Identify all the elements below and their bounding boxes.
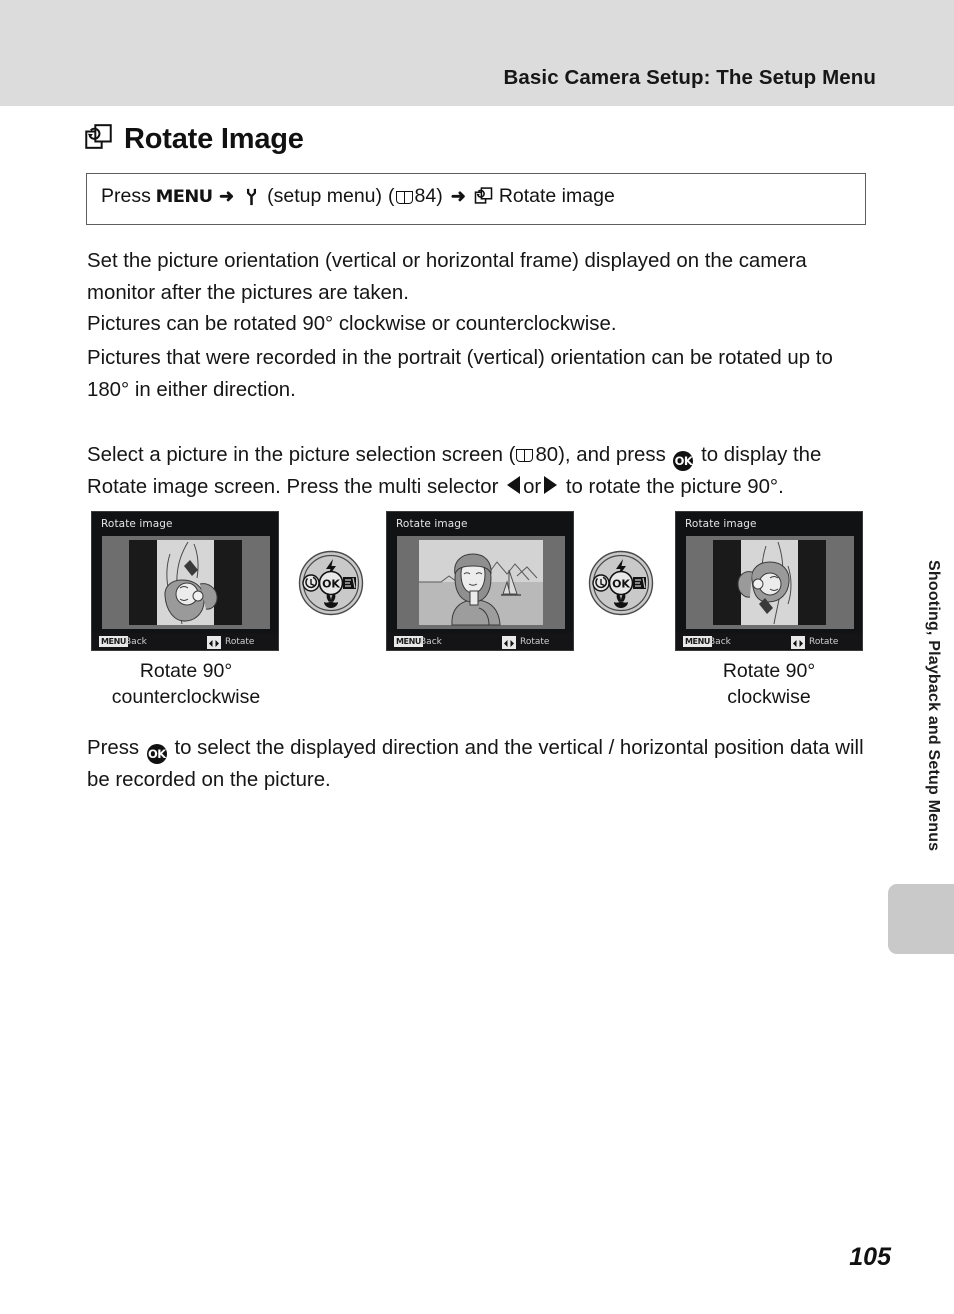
multi-selector-dial-left: OK bbox=[298, 550, 364, 621]
section-heading-text: Rotate Image bbox=[124, 122, 304, 155]
svg-text:OK: OK bbox=[322, 578, 340, 591]
screen-center-back-label: Back bbox=[420, 637, 442, 647]
svg-text:OK: OK bbox=[612, 578, 630, 591]
left-arrow-icon bbox=[507, 475, 521, 494]
screen-left-back-label: Back bbox=[125, 637, 147, 647]
paragraph-rotation-range: Pictures can be rotated 90° clockwise or… bbox=[87, 313, 617, 335]
arrow-right-icon-2: ➜ bbox=[450, 186, 466, 206]
screen-right-back-label: Back bbox=[709, 637, 731, 647]
caption-right-line1: Rotate 90° bbox=[722, 660, 816, 682]
caption-left-line2: counterclockwise bbox=[111, 686, 261, 708]
ok-button-icon-1: OK bbox=[673, 451, 694, 471]
camera-screen-center: Rotate image MENU Back Rotate bbox=[386, 511, 574, 651]
screen-right-rotate-label: Rotate bbox=[809, 637, 839, 647]
ok-button-icon-2: OK bbox=[146, 744, 167, 764]
screen-center-image-area bbox=[397, 536, 565, 629]
caption-right-line2: clockwise bbox=[727, 686, 811, 708]
screen-center-leftright-chip bbox=[502, 636, 516, 649]
paragraph-orientation: Set the picture orientation (vertical or… bbox=[87, 250, 807, 304]
screen-left-footer: MENU Back Rotate bbox=[92, 633, 278, 650]
page-number: 105 bbox=[849, 1243, 891, 1271]
ref-paren-close: ) bbox=[436, 185, 443, 207]
book-icon bbox=[395, 190, 413, 204]
para5-text-b: to select the displayed direction and th… bbox=[87, 737, 864, 791]
screen-right-footer: MENU Back Rotate bbox=[676, 633, 862, 650]
wrench-icon bbox=[245, 188, 258, 206]
screen-left-leftright-chip bbox=[207, 636, 221, 649]
screen-left-title: Rotate image bbox=[101, 518, 173, 530]
caption-left-line1: Rotate 90° bbox=[139, 660, 233, 682]
screen-right-leftright-chip bbox=[791, 636, 805, 649]
paragraph-selection-instructions: Select a picture in the picture selectio… bbox=[87, 440, 877, 503]
rotate-image-icon bbox=[84, 122, 113, 156]
exposure-compensation-icon bbox=[633, 577, 646, 589]
screen-center-title: Rotate image bbox=[396, 518, 468, 530]
rotate-image-icon-small bbox=[474, 185, 493, 208]
para4-text-b: ), and press bbox=[558, 444, 666, 466]
book-icon-2 bbox=[516, 448, 534, 462]
screen-right-image-area bbox=[686, 536, 854, 629]
page-header-title: Basic Camera Setup: The Setup Menu bbox=[503, 66, 876, 89]
right-arrow-icon bbox=[544, 475, 558, 494]
self-timer-icon bbox=[302, 574, 320, 592]
ok-button-icon: OK bbox=[318, 570, 344, 596]
side-tab-label: Shooting, Playback and Setup Menus bbox=[925, 560, 942, 852]
arrow-right-icon-1: ➜ bbox=[219, 186, 235, 206]
photo-landscape bbox=[397, 536, 565, 629]
screen-center-rotate-label: Rotate bbox=[520, 637, 550, 647]
rotate-image-menu-item-label: Rotate image bbox=[498, 185, 615, 207]
menu-button-glyph: MENU bbox=[155, 186, 214, 207]
photo-portrait-ccw bbox=[102, 536, 270, 629]
press-label: Press bbox=[101, 185, 151, 207]
ok-button-icon: OK bbox=[608, 570, 634, 596]
setup-menu-label: (setup menu) bbox=[267, 185, 383, 207]
screen-left-rotate-label: Rotate bbox=[225, 637, 255, 647]
paragraph-confirm-instructions: Press OK to select the displayed directi… bbox=[87, 733, 877, 796]
photo-portrait-cw bbox=[686, 536, 854, 629]
section-heading: Rotate Image bbox=[84, 122, 304, 156]
para4-text-d: to rotate the picture 90°. bbox=[565, 475, 784, 498]
para5-text-a: Press bbox=[87, 737, 140, 759]
screen-left-image-area bbox=[102, 536, 270, 629]
paragraph-portrait-note: Pictures that were recorded in the portr… bbox=[87, 347, 833, 401]
camera-screen-left: Rotate image MENU Back Rotate bbox=[91, 511, 279, 651]
ref-paren-open: ( bbox=[388, 185, 395, 207]
screen-center-footer: MENU Back Rotate bbox=[387, 633, 573, 650]
camera-screen-right: Rotate image MENU Back Rotate bbox=[675, 511, 863, 651]
page-header-band bbox=[0, 0, 954, 106]
navigation-path-line: Press MENU ➜ (setup menu) ( 84 ) ➜ Rotat… bbox=[101, 185, 615, 208]
caption-counterclockwise: Rotate 90° counterclockwise bbox=[88, 658, 284, 710]
screen-left-menu-chip: MENU bbox=[99, 636, 129, 647]
exposure-compensation-icon bbox=[343, 577, 356, 589]
screen-right-title: Rotate image bbox=[685, 518, 757, 530]
caption-clockwise: Rotate 90° clockwise bbox=[671, 658, 867, 710]
para4-page-ref: 80 bbox=[535, 444, 559, 466]
para4-text-a: Select a picture in the picture selectio… bbox=[87, 444, 516, 466]
self-timer-icon bbox=[592, 574, 610, 592]
navigation-path-box: Press MENU ➜ (setup menu) ( 84 ) ➜ Rotat… bbox=[86, 173, 866, 225]
screen-center-menu-chip: MENU bbox=[394, 636, 424, 647]
side-tab-marker bbox=[888, 884, 954, 954]
multi-selector-dial-right: OK bbox=[588, 550, 654, 621]
screen-right-menu-chip: MENU bbox=[683, 636, 713, 647]
ref-page-number: 84 bbox=[414, 185, 437, 207]
para4-or: or bbox=[523, 475, 542, 498]
